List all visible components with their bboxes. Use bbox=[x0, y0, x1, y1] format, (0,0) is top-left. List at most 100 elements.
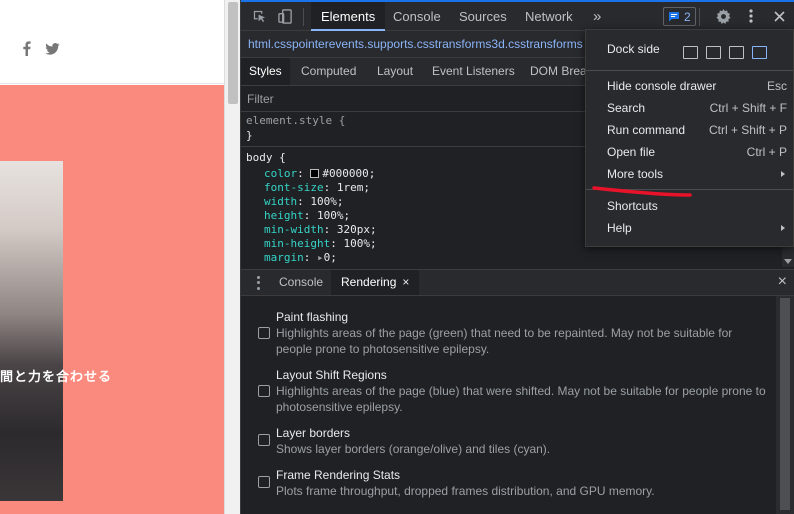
option-title: Layer borders bbox=[276, 426, 351, 440]
css-declaration[interactable]: min-width: 320px; bbox=[264, 223, 377, 237]
tab-styles[interactable]: Styles bbox=[241, 58, 290, 85]
css-property[interactable]: margin bbox=[264, 251, 304, 264]
tab-network[interactable]: Network bbox=[515, 2, 583, 31]
more-tabs-icon[interactable]: » bbox=[583, 2, 611, 31]
device-toolbar-icon[interactable] bbox=[275, 6, 295, 26]
css-value[interactable]: 320px; bbox=[337, 223, 377, 236]
css-property[interactable]: min-height bbox=[264, 237, 330, 250]
close-devtools-icon[interactable] bbox=[769, 6, 789, 26]
drawer-tab-console[interactable]: Console bbox=[269, 270, 333, 295]
message-icon bbox=[669, 12, 679, 22]
menu-item-label: Search bbox=[607, 101, 646, 115]
drawer-tab-bar: Console Rendering × × bbox=[241, 269, 794, 296]
toolbar-separator bbox=[303, 8, 304, 26]
inspect-element-icon[interactable] bbox=[249, 6, 269, 26]
scroll-down-arrow-icon[interactable] bbox=[784, 259, 792, 264]
menu-item-label: Run command bbox=[607, 123, 686, 137]
color-swatch[interactable] bbox=[310, 169, 320, 178]
tab-event-listeners[interactable]: Event Listeners bbox=[424, 58, 523, 85]
tab-elements[interactable]: Elements bbox=[311, 2, 386, 31]
css-property[interactable]: font-size bbox=[264, 181, 324, 194]
tab-console[interactable]: Console bbox=[383, 2, 451, 31]
menu-dock-side: Dock side bbox=[586, 38, 793, 60]
drawer-scrollbar[interactable] bbox=[776, 296, 794, 514]
body-rule-selector[interactable]: body { bbox=[246, 151, 286, 165]
css-declaration[interactable]: color: #000000; bbox=[264, 167, 375, 181]
option-title: Layout Shift Regions bbox=[276, 368, 387, 382]
element-style-selector[interactable]: element.style { bbox=[246, 114, 345, 128]
option-title: Paint flashing bbox=[276, 310, 349, 324]
element-style-close: } bbox=[246, 129, 253, 142]
css-property[interactable]: min-width bbox=[264, 223, 324, 236]
dock-bottom-icon[interactable] bbox=[729, 46, 744, 59]
css-declaration[interactable]: margin: ▸0; bbox=[264, 251, 337, 265]
tab-layout[interactable]: Layout bbox=[369, 58, 421, 85]
css-declaration[interactable]: font-size: 1rem; bbox=[264, 181, 370, 195]
menu-item-label: Shortcuts bbox=[607, 199, 658, 213]
twitter-icon[interactable] bbox=[45, 42, 60, 60]
undock-icon[interactable] bbox=[683, 46, 698, 59]
styles-filter-input[interactable] bbox=[247, 90, 577, 108]
menu-item-shortcuts[interactable]: Shortcuts bbox=[586, 195, 793, 217]
settings-gear-icon[interactable] bbox=[713, 6, 733, 26]
drawer-tab-rendering-label: Rendering bbox=[341, 275, 397, 289]
dock-left-icon[interactable] bbox=[706, 46, 721, 59]
css-value[interactable]: 1rem; bbox=[337, 181, 370, 194]
option-description: Shows layer borders (orange/olive) and t… bbox=[276, 442, 551, 456]
issues-badge[interactable]: 2 bbox=[663, 7, 696, 26]
menu-item-search[interactable]: Search Ctrl + Shift + F bbox=[586, 97, 793, 119]
css-value[interactable]: 100%; bbox=[317, 209, 350, 222]
toolbar-separator bbox=[699, 8, 700, 26]
css-declaration[interactable]: height: 100%; bbox=[264, 209, 350, 223]
paint-flashing-checkbox[interactable] bbox=[258, 327, 270, 339]
close-tab-icon[interactable]: × bbox=[402, 275, 409, 289]
css-value[interactable]: #000000; bbox=[322, 167, 375, 180]
menu-item-help[interactable]: Help bbox=[586, 217, 793, 239]
tab-computed[interactable]: Computed bbox=[293, 58, 364, 85]
option-description: Plots frame throughput, dropped frames d… bbox=[276, 484, 655, 498]
css-value[interactable]: 0; bbox=[324, 251, 337, 264]
menu-item-shortcut: Ctrl + P bbox=[746, 145, 787, 159]
css-declaration[interactable]: min-height: 100%; bbox=[264, 237, 377, 251]
tab-dom-breakpoints[interactable]: DOM Brea bbox=[522, 58, 595, 85]
expand-triangle-icon[interactable]: ▸ bbox=[317, 251, 324, 264]
menu-item-more-tools[interactable]: More tools bbox=[586, 163, 793, 185]
dock-right-icon[interactable] bbox=[752, 46, 767, 59]
menu-item-shortcut: Ctrl + Shift + F bbox=[709, 101, 787, 115]
drawer-tab-rendering[interactable]: Rendering × bbox=[331, 270, 420, 295]
menu-item-open-file[interactable]: Open file Ctrl + P bbox=[586, 141, 793, 163]
drawer-scrollbar-thumb[interactable] bbox=[780, 298, 790, 510]
submenu-arrow-icon bbox=[781, 171, 785, 177]
css-property[interactable]: height bbox=[264, 209, 304, 222]
option-description: Highlights areas of the page (blue) that… bbox=[276, 384, 766, 414]
option-title: Frame Rendering Stats bbox=[276, 468, 401, 482]
social-links bbox=[22, 41, 60, 61]
menu-item-label: Open file bbox=[607, 145, 656, 159]
css-declaration[interactable]: width: 100%; bbox=[264, 195, 344, 209]
css-property[interactable]: width bbox=[264, 195, 297, 208]
menu-item-hide-console-drawer[interactable]: Hide console drawer Esc bbox=[586, 75, 793, 97]
layer-borders-checkbox[interactable] bbox=[258, 434, 270, 446]
frame-rendering-stats-checkbox[interactable] bbox=[258, 476, 270, 488]
facebook-icon[interactable] bbox=[22, 41, 31, 61]
dock-side-options bbox=[683, 46, 767, 59]
menu-item-run-command[interactable]: Run command Ctrl + Shift + P bbox=[586, 119, 793, 141]
close-drawer-icon[interactable]: × bbox=[778, 273, 787, 291]
breadcrumb-classes[interactable]: .csspointerevents.supports.csstransforms… bbox=[271, 37, 583, 51]
menu-item-label: Help bbox=[607, 221, 632, 235]
drawer-menu-icon[interactable] bbox=[251, 275, 265, 291]
breadcrumb-tag[interactable]: html bbox=[248, 37, 271, 51]
menu-item-shortcut: Esc bbox=[766, 79, 787, 93]
submenu-arrow-icon bbox=[781, 225, 785, 231]
css-value[interactable]: 100%; bbox=[343, 237, 376, 250]
layout-shift-regions-checkbox[interactable] bbox=[258, 385, 270, 397]
tab-sources[interactable]: Sources bbox=[449, 2, 517, 31]
hero-caption: 間と力を合わせる bbox=[0, 370, 113, 385]
page-scrollbar[interactable] bbox=[224, 0, 240, 514]
menu-item-label: Hide console drawer bbox=[607, 79, 717, 93]
page-scrollbar-thumb[interactable] bbox=[228, 2, 238, 104]
css-property[interactable]: color bbox=[264, 167, 297, 180]
customize-menu-icon[interactable] bbox=[741, 6, 761, 26]
css-value[interactable]: 100%; bbox=[310, 195, 343, 208]
web-page: 間と力を合わせる bbox=[0, 0, 224, 514]
